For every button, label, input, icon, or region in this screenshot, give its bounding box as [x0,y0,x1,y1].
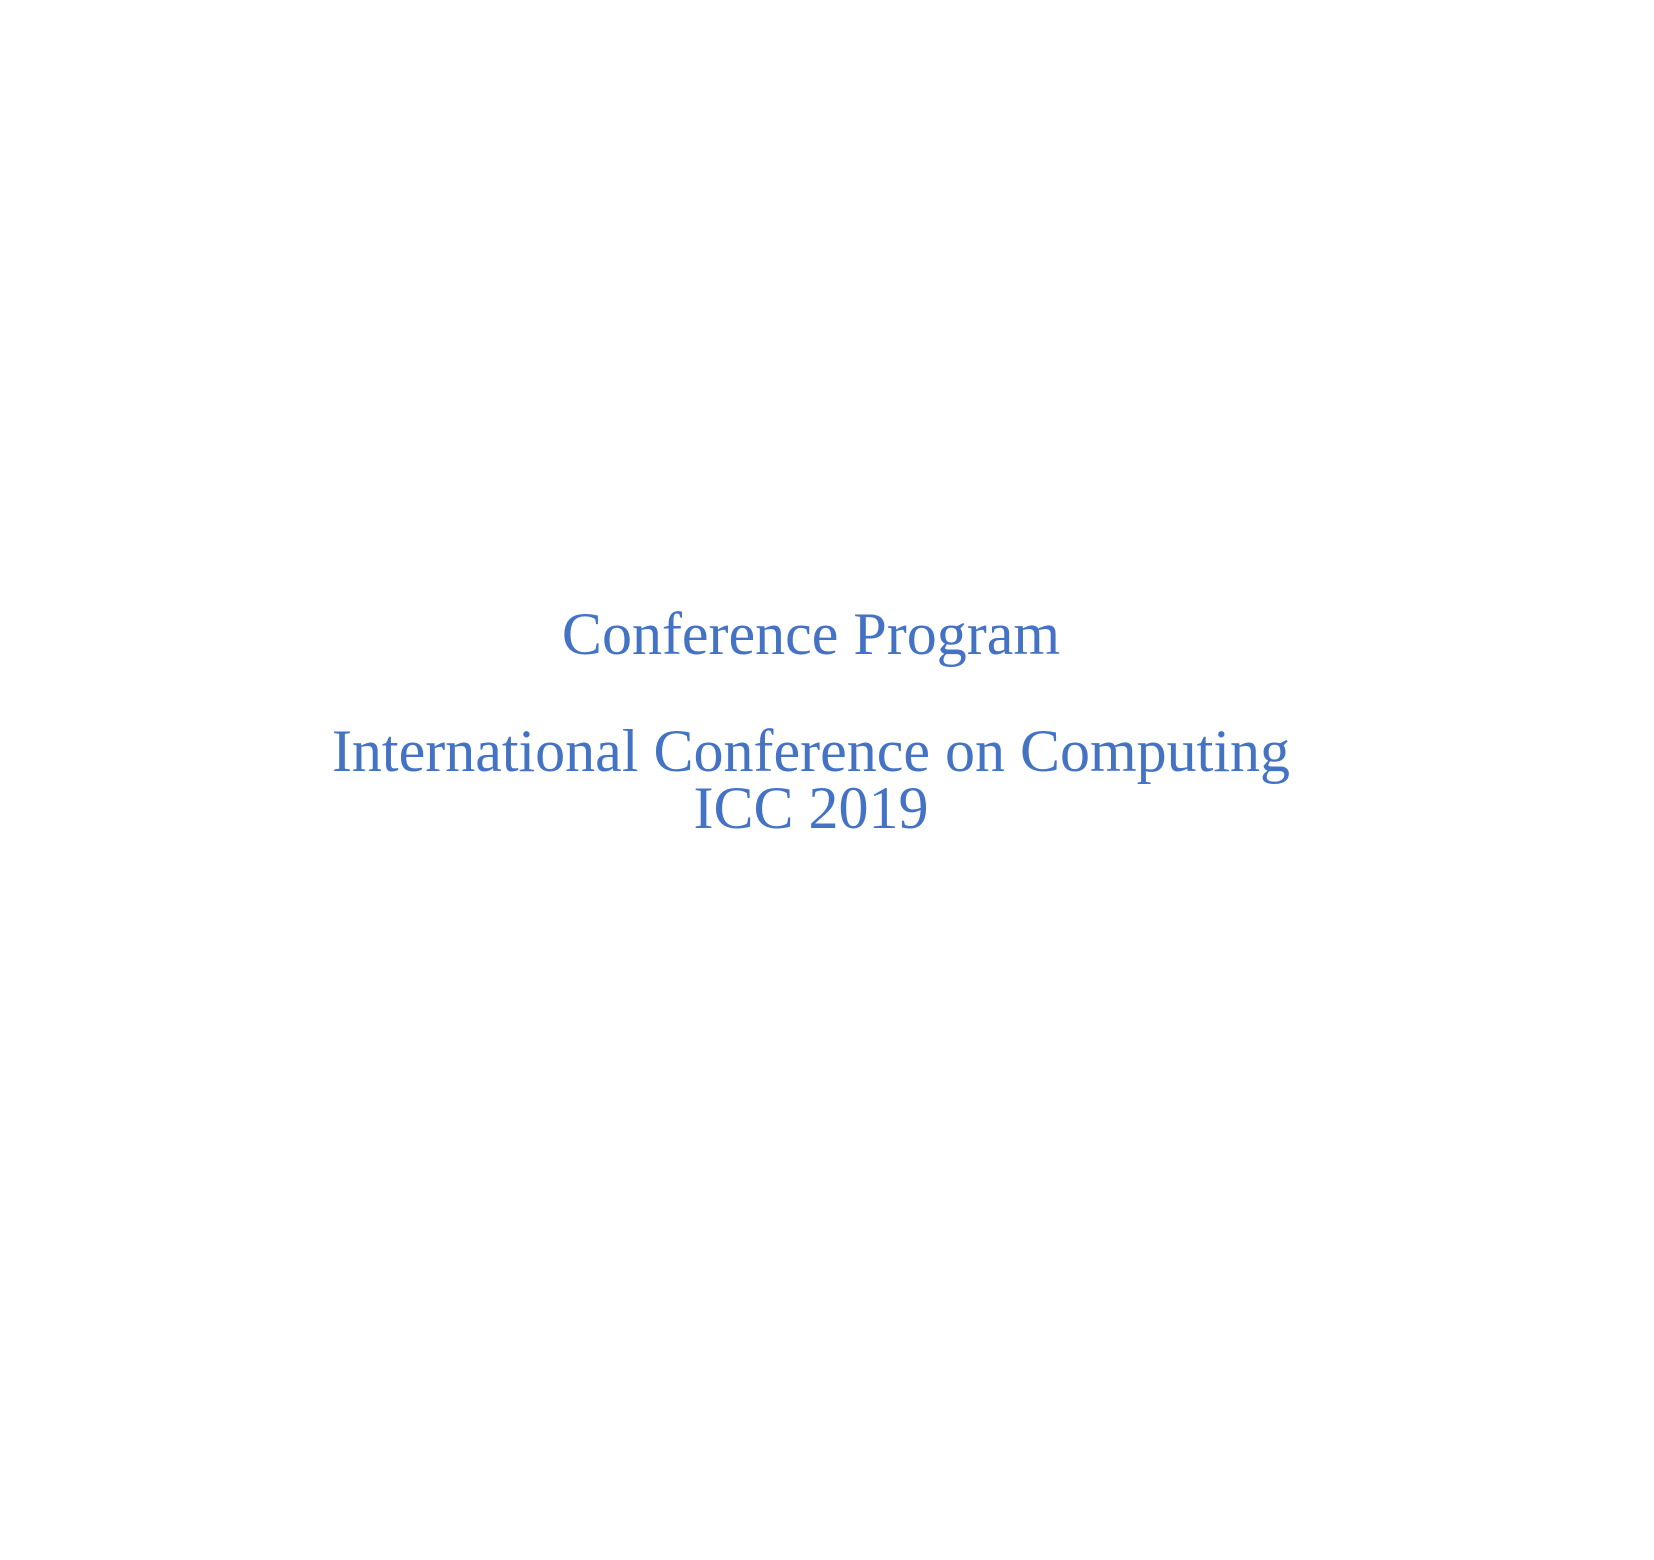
conference-name: International Conference on Computing [331,718,1291,784]
conference-short-name: ICC 2019 [693,775,929,841]
document-title: Conference Program [561,601,1061,667]
